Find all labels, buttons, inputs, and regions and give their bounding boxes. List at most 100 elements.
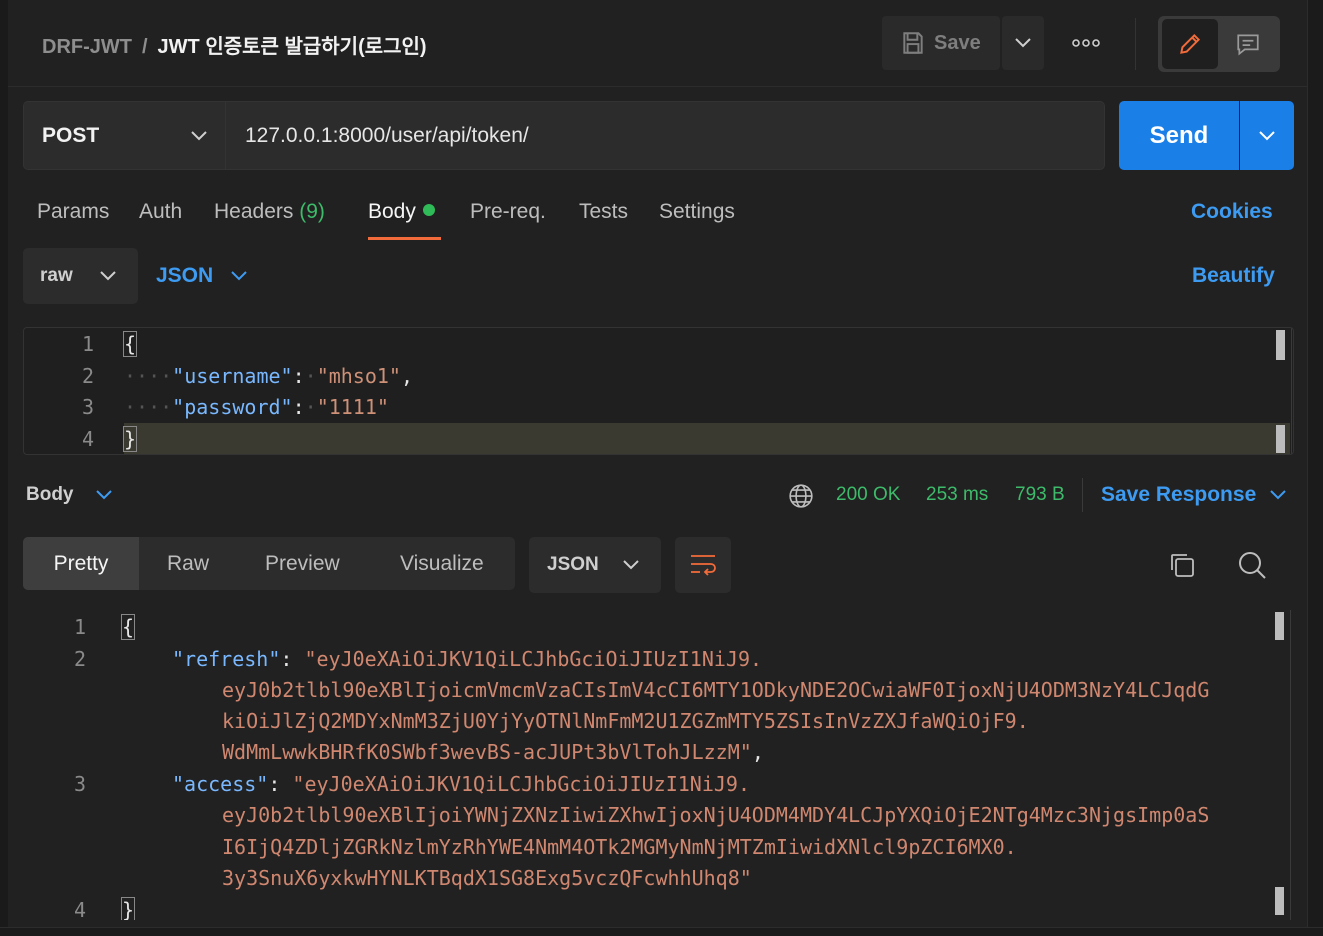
- tab-params[interactable]: Params: [37, 200, 109, 224]
- indent: ····: [124, 395, 173, 419]
- chevron-down-icon: [1270, 490, 1286, 500]
- status-bar: [0, 927, 1323, 936]
- comment-icon: [1237, 34, 1259, 56]
- tab-tests[interactable]: Tests: [579, 200, 628, 224]
- chevron-down-icon: [100, 271, 116, 281]
- response-format-label: JSON: [547, 554, 599, 575]
- line-number: 3: [73, 772, 86, 796]
- breadcrumb: DRF-JWT / JWT 인증토큰 발급하기(로그인): [42, 30, 427, 59]
- cookies-link[interactable]: Cookies: [1191, 200, 1273, 224]
- view-visualize[interactable]: Visualize: [400, 537, 484, 590]
- json-string: WdMmLwwkBHRfK0SWbf3wevBS-acJUPt3bVlTohJL…: [222, 740, 752, 764]
- method-select[interactable]: POST: [23, 101, 225, 170]
- save-response-label: Save Response: [1101, 483, 1257, 506]
- send-button[interactable]: Send: [1119, 101, 1239, 170]
- documentation-mode-button[interactable]: [1220, 19, 1276, 69]
- toolbar-divider: [1135, 18, 1136, 70]
- headers-count: (9): [299, 200, 325, 223]
- response-size[interactable]: 793 B: [1015, 484, 1065, 506]
- editor-scrollbar[interactable]: [1276, 330, 1285, 360]
- current-line-highlight: [124, 423, 1290, 454]
- request-body-editor[interactable]: 1 2 3 4 { ····"username":·"mhso1", ····"…: [23, 327, 1294, 455]
- tab-settings[interactable]: Settings: [659, 200, 735, 224]
- response-view-tabs: Pretty Raw Preview Visualize: [23, 537, 515, 590]
- chevron-down-icon: [191, 130, 207, 140]
- line-number: 2: [73, 647, 86, 671]
- editor-scroll-track: [1291, 328, 1292, 454]
- view-raw[interactable]: Raw: [167, 537, 209, 590]
- colon: :: [292, 395, 305, 419]
- send-options-dropdown[interactable]: [1240, 101, 1294, 170]
- beautify-link[interactable]: Beautify: [1192, 264, 1275, 288]
- wrap-lines-button[interactable]: [675, 537, 731, 593]
- json-string: "eyJ0eXAiOiJKV1QiLCJhbGciOiJIUzI1NiJ9.: [304, 647, 763, 671]
- comma: ,: [400, 364, 414, 388]
- response-scrollbar[interactable]: [1275, 612, 1284, 640]
- editor-scrollbar-thumb[interactable]: [1276, 425, 1285, 453]
- line-number: 1: [73, 615, 86, 639]
- request-title[interactable]: JWT 인증토큰 발급하기(로그인): [158, 36, 427, 58]
- response-section-label: Body: [26, 484, 74, 505]
- chevron-down-icon: [1015, 38, 1031, 48]
- line-number: 3: [81, 395, 94, 419]
- more-options-button[interactable]: [1064, 28, 1108, 58]
- response-format-select[interactable]: JSON: [529, 537, 661, 593]
- chevron-down-icon: [1259, 130, 1275, 140]
- json-string: eyJ0b2tlbl90eXBlIjoicmVmcmVzaCIsImV4cCI6…: [222, 678, 1210, 702]
- tab-auth[interactable]: Auth: [139, 200, 182, 224]
- body-language-select[interactable]: JSON: [156, 264, 247, 288]
- json-string: 3y3SnuX6yxkwHYNLKTBqdX1SG8Exg5vczQFcwhhU…: [222, 866, 752, 890]
- colon: :: [292, 364, 305, 388]
- tab-headers[interactable]: Headers (9): [214, 200, 325, 224]
- line-number: 2: [81, 364, 94, 388]
- view-pretty[interactable]: Pretty: [23, 537, 139, 590]
- url-input[interactable]: 127.0.0.1:8000/user/api/token/: [225, 101, 1105, 170]
- chevron-down-icon: [623, 560, 639, 570]
- save-response-button[interactable]: Save Response: [1101, 483, 1286, 507]
- response-section-select[interactable]: Body: [26, 484, 112, 506]
- view-preview[interactable]: Preview: [265, 537, 340, 590]
- open-brace: {: [120, 614, 136, 640]
- response-scroll-track: [1290, 610, 1291, 920]
- save-options-dropdown[interactable]: [1002, 16, 1044, 70]
- body-indicator-dot: [422, 204, 435, 216]
- open-brace: {: [122, 331, 138, 357]
- edit-mode-button[interactable]: [1162, 19, 1218, 69]
- json-key: "access": [172, 772, 269, 796]
- search-icon[interactable]: [1237, 550, 1267, 580]
- body-mode-select[interactable]: raw: [23, 248, 138, 304]
- close-brace: }: [122, 426, 138, 452]
- response-body-viewer[interactable]: 1 2 3 4 { "refresh": "eyJ0eXAiOiJKV1QiLC…: [23, 610, 1294, 920]
- json-string: eyJ0b2tlbl90eXBlIjoiYWNjZXNzIiwiZXhwIjox…: [222, 803, 1210, 827]
- tab-body-label: Body: [368, 200, 416, 223]
- breadcrumb-collection[interactable]: DRF-JWT: [42, 36, 132, 58]
- close-brace: }: [120, 897, 136, 920]
- code-line: "access": "eyJ0eXAiOiJKV1QiLCJhbGciOiJIU…: [172, 772, 750, 796]
- json-string: I6IjQ4ZDljZGRkNzlmYzRhYWE4NmM4OTk2MGMyNm…: [222, 835, 1017, 859]
- response-time[interactable]: 253 ms: [926, 484, 988, 506]
- json-key: "password": [172, 395, 293, 419]
- status-code[interactable]: 200 OK: [836, 484, 900, 506]
- copy-icon[interactable]: [1168, 551, 1196, 579]
- response-divider: [1082, 478, 1083, 512]
- more-icon: [1072, 39, 1100, 47]
- json-key: "username": [172, 364, 293, 388]
- save-icon: [903, 32, 923, 54]
- code-line: "refresh": "eyJ0eXAiOiJKV1QiLCJhbGciOiJI…: [172, 647, 763, 671]
- json-string: kiOiJlZjQ2MDYxNmM3ZjU0YjYyOTNlNmFmM2U1ZG…: [222, 709, 1029, 733]
- response-scrollbar-thumb[interactable]: [1275, 887, 1284, 915]
- header-divider: [8, 86, 1307, 87]
- chevron-down-icon: [231, 271, 247, 281]
- save-label: Save: [934, 31, 981, 54]
- code-line: ····"username":·"mhso1",: [124, 364, 414, 388]
- globe-icon[interactable]: [788, 483, 814, 509]
- indent: ····: [124, 364, 173, 388]
- tab-body[interactable]: Body: [368, 200, 435, 224]
- code-line: WdMmLwwkBHRfK0SWbf3wevBS-acJUPt3bVlTohJL…: [222, 740, 764, 764]
- chevron-down-icon: [95, 490, 112, 500]
- method-label: POST: [42, 123, 100, 147]
- save-button[interactable]: Save: [882, 16, 1000, 70]
- app-window: DRF-JWT / JWT 인증토큰 발급하기(로그인) Save POST 127…: [0, 0, 1323, 936]
- left-sidebar-edge: [0, 0, 8, 936]
- tab-prereq[interactable]: Pre-req.: [470, 200, 546, 224]
